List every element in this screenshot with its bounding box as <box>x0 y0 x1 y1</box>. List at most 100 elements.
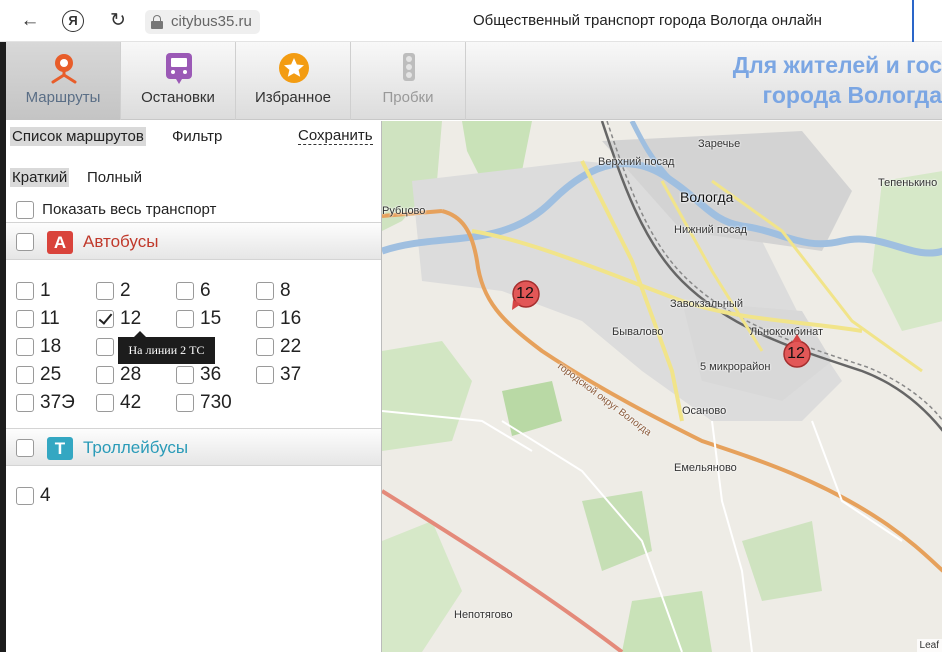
window-divider <box>912 0 914 42</box>
bus-route-checkbox[interactable] <box>96 338 114 356</box>
trolleybus-route[interactable]: 4 <box>16 484 96 508</box>
bus-route[interactable]: 37 <box>256 363 336 387</box>
bus-route[interactable]: 11 <box>16 307 96 331</box>
bus-marker-12[interactable]: 12 <box>509 278 543 312</box>
map-label-byvalovo: Бывалово <box>612 326 664 338</box>
bus-route-number: 18 <box>40 336 62 357</box>
trolleybus-badge-icon: Т <box>47 437 73 460</box>
bus-route-checkbox[interactable] <box>256 310 274 328</box>
show-all-transport[interactable]: Показать весь транспорт <box>16 201 217 220</box>
bus-route-number: 730 <box>200 392 232 413</box>
bus-route[interactable]: 16 <box>256 307 336 331</box>
tab-filter[interactable]: Фильтр <box>172 127 222 146</box>
bus-route[interactable]: 15 <box>176 307 256 331</box>
save-link[interactable]: Сохранить <box>298 127 373 145</box>
address-bar[interactable]: citybus35.ru <box>145 10 260 34</box>
bus-route-number: 15 <box>200 308 222 329</box>
bus-route-checkbox[interactable] <box>96 282 114 300</box>
banner-line-2: города Вологда <box>762 82 942 108</box>
show-all-label: Показать весь транспорт <box>42 201 217 218</box>
trolleybus-route-checkbox[interactable] <box>16 487 34 505</box>
bus-route-number: 42 <box>120 392 142 413</box>
bus-icon <box>166 53 192 84</box>
bus-badge-icon: А <box>47 231 73 254</box>
bus-route-number: 25 <box>40 364 62 385</box>
trolleybus-section-checkbox[interactable] <box>16 439 34 457</box>
bus-route-checkbox[interactable] <box>176 394 194 412</box>
bus-route[interactable]: 25 <box>16 363 96 387</box>
bus-marker-12[interactable]: 12 <box>780 334 814 368</box>
star-icon <box>279 53 309 83</box>
bus-route[interactable]: 37Э <box>16 391 96 415</box>
bus-route[interactable]: 2 <box>96 279 176 303</box>
map-attribution[interactable]: Leaf <box>916 639 942 652</box>
map-label-emelyanovo: Емельяново <box>674 462 737 474</box>
map-label-verkhniy-posad: Верхний посад <box>598 156 675 168</box>
bus-route[interactable]: 42 <box>96 391 176 415</box>
routes-button[interactable]: Маршруты <box>6 42 121 120</box>
map-label-nepotyagovo: Непотягово <box>454 609 513 621</box>
mode-full[interactable]: Полный <box>87 168 142 187</box>
bus-route-checkbox[interactable] <box>256 338 274 356</box>
routes-panel: Список маршрутов Фильтр Сохранить Кратки… <box>6 121 381 652</box>
traffic-light-icon <box>403 53 415 81</box>
bus-route[interactable]: 28 <box>96 363 176 387</box>
bus-route-checkbox[interactable] <box>176 366 194 384</box>
favorites-button[interactable]: Избранное <box>236 42 351 120</box>
bus-route[interactable]: 36 <box>176 363 256 387</box>
bus-route-checkbox[interactable] <box>16 366 34 384</box>
bus-route-checkbox[interactable] <box>16 338 34 356</box>
bus-route[interactable]: 730 <box>176 391 256 415</box>
bus-route-checkbox[interactable] <box>16 394 34 412</box>
bus-route-number: 6 <box>200 280 211 301</box>
stops-button[interactable]: Остановки <box>121 42 236 120</box>
bus-marker-label: 12 <box>516 285 534 302</box>
bus-route-checkbox[interactable] <box>16 282 34 300</box>
traffic-button[interactable]: Пробки <box>351 42 466 120</box>
show-all-checkbox[interactable] <box>16 201 34 220</box>
traffic-button-label: Пробки <box>382 89 434 106</box>
mode-short[interactable]: Краткий <box>10 168 70 187</box>
bus-route-checkbox[interactable] <box>16 310 34 328</box>
bus-route-number: 22 <box>280 336 302 357</box>
map-label-osanovo: Осаново <box>682 405 727 417</box>
back-arrow-icon[interactable]: ← <box>18 9 42 33</box>
map-label-tepenkino: Тепенькино <box>878 177 938 189</box>
tab-route-list[interactable]: Список маршрутов <box>10 127 146 146</box>
bus-route[interactable]: 12 <box>96 307 176 331</box>
bus-route-checkbox[interactable] <box>256 366 274 384</box>
bus-route[interactable]: 1 <box>16 279 96 303</box>
bus-route-number: 1 <box>40 280 51 301</box>
bus-section-title: Автобусы <box>83 232 159 251</box>
bus-route-number: 28 <box>120 364 142 385</box>
bus-route-checkbox[interactable] <box>96 310 114 328</box>
map-label-zavokzalny: Завокзальный <box>670 298 743 310</box>
bus-section-header[interactable]: А Автобусы <box>6 222 381 260</box>
trolleybus-section-title: Троллейбусы <box>83 438 189 457</box>
bus-route[interactable]: 18 <box>16 335 96 359</box>
bus-route-number: 11 <box>40 308 60 329</box>
bus-route-number: 16 <box>280 308 302 329</box>
favorites-button-label: Избранное <box>254 89 332 106</box>
bus-route-number: 37 <box>280 364 302 385</box>
bus-route[interactable]: 6 <box>176 279 256 303</box>
app-toolbar: Маршруты Остановки Избранное Пробки Для … <box>6 42 942 120</box>
bus-route-checkbox[interactable] <box>96 394 114 412</box>
bus-route-checkbox[interactable] <box>96 366 114 384</box>
route-pin-icon <box>51 54 77 84</box>
bus-route[interactable]: 22 <box>256 335 336 359</box>
yandex-logo-icon[interactable]: Я <box>62 10 84 32</box>
bus-route-checkbox[interactable] <box>256 282 274 300</box>
city-map[interactable]: Верхний посад Заречье Вологда Тепенькино… <box>381 121 942 652</box>
route-tooltip: На линии 2 ТС <box>118 331 215 364</box>
browser-toolbar: ← Я ↻ citybus35.ru Общественный транспор… <box>0 0 942 42</box>
trolleybus-section-header[interactable]: Т Троллейбусы <box>6 428 381 466</box>
reload-icon[interactable]: ↻ <box>106 9 130 33</box>
bus-route-checkbox[interactable] <box>176 282 194 300</box>
bus-route-checkbox[interactable] <box>176 310 194 328</box>
map-label-zarechye: Заречье <box>698 138 741 150</box>
bus-route[interactable]: 8 <box>256 279 336 303</box>
trolleybus-route-number: 4 <box>40 485 51 506</box>
bus-section-checkbox[interactable] <box>16 233 34 251</box>
map-label-rubtsovo: Рубцово <box>382 205 426 217</box>
